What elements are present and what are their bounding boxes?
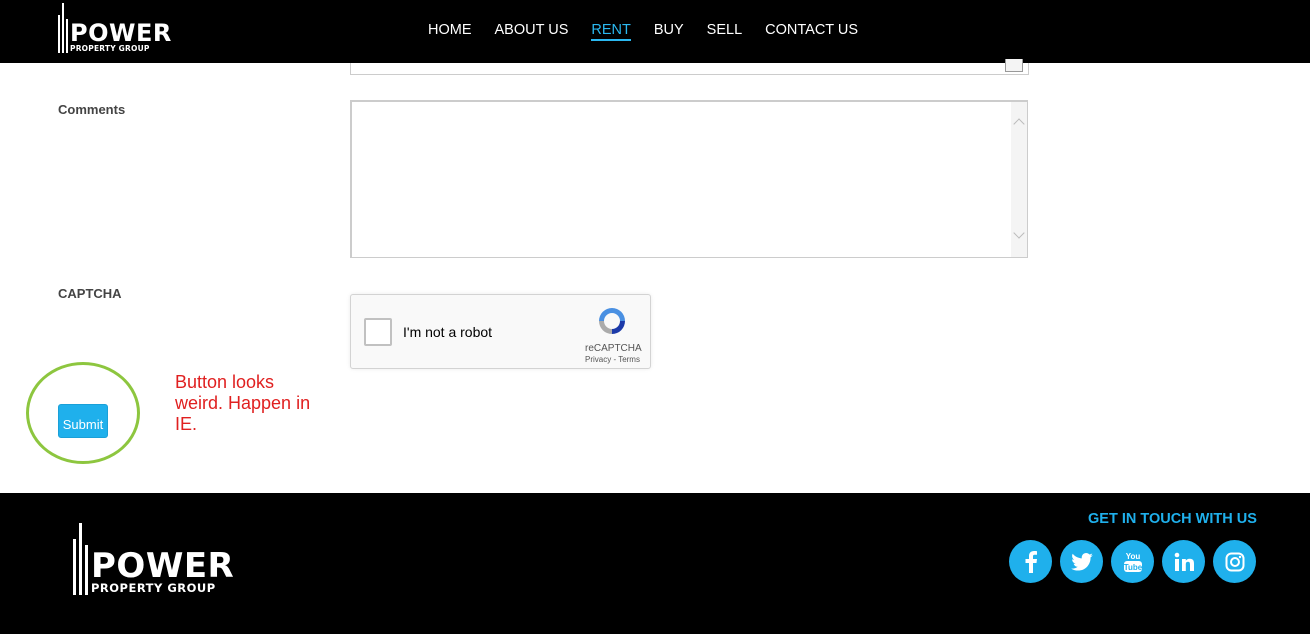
recaptcha-logo-icon [599, 308, 625, 334]
annotation-note: Button looks weird. Happen in IE. [175, 372, 311, 434]
nav-home[interactable]: HOME [428, 22, 472, 41]
recaptcha-text: I'm not a robot [403, 324, 493, 340]
svg-text:Tube: Tube [1123, 563, 1142, 572]
comments-scrollbar[interactable] [1011, 102, 1027, 257]
facebook-icon[interactable] [1009, 540, 1052, 583]
recaptcha-checkbox[interactable] [364, 318, 392, 346]
nav-buy[interactable]: BUY [654, 22, 684, 41]
captcha-label: CAPTCHA [58, 286, 122, 301]
logo-tagline: PROPERTY GROUP [91, 581, 216, 595]
logo-bars-icon [58, 3, 70, 53]
logo-name: POWER [70, 19, 172, 47]
instagram-icon[interactable] [1213, 540, 1256, 583]
recaptcha-links[interactable]: Privacy - Terms [585, 355, 640, 364]
nav-contact-us[interactable]: CONTACT US [765, 22, 858, 41]
get-in-touch-heading: GET IN TOUCH WITH US [1088, 511, 1257, 527]
previous-field[interactable] [350, 59, 1029, 75]
svg-text:You: You [1125, 552, 1140, 561]
logo-tagline: PROPERTY GROUP [70, 44, 150, 53]
social-links: You Tube [1009, 540, 1264, 583]
nav-sell[interactable]: SELL [707, 22, 742, 41]
nav-rent[interactable]: RENT [591, 22, 631, 41]
site-footer: POWER PROPERTY GROUP GET IN TOUCH WITH U… [0, 493, 1310, 634]
nav-about-us[interactable]: ABOUT US [495, 22, 569, 41]
recaptcha-brand: reCAPTCHA [585, 343, 642, 354]
logo-bars-icon [73, 523, 91, 595]
header-logo[interactable]: POWER PROPERTY GROUP [58, 3, 172, 53]
logo-name: POWER [91, 546, 235, 586]
resize-handle-icon[interactable] [1005, 59, 1023, 72]
twitter-icon[interactable] [1060, 540, 1103, 583]
comments-textarea[interactable] [350, 100, 1028, 258]
scroll-up-icon[interactable] [1013, 118, 1025, 130]
submit-button[interactable]: Submit [58, 404, 108, 438]
linkedin-icon[interactable] [1162, 540, 1205, 583]
scroll-down-icon[interactable] [1013, 227, 1025, 239]
comments-label: Comments [58, 102, 126, 117]
footer-logo[interactable]: POWER PROPERTY GROUP [73, 523, 234, 595]
recaptcha-widget: I'm not a robot reCAPTCHA Privacy - Term… [350, 294, 651, 369]
main-nav: HOME ABOUT US RENT BUY SELL CONTACT US [428, 22, 881, 41]
youtube-icon[interactable]: You Tube [1111, 540, 1154, 583]
site-header: POWER PROPERTY GROUP HOME ABOUT US RENT … [0, 0, 1310, 63]
